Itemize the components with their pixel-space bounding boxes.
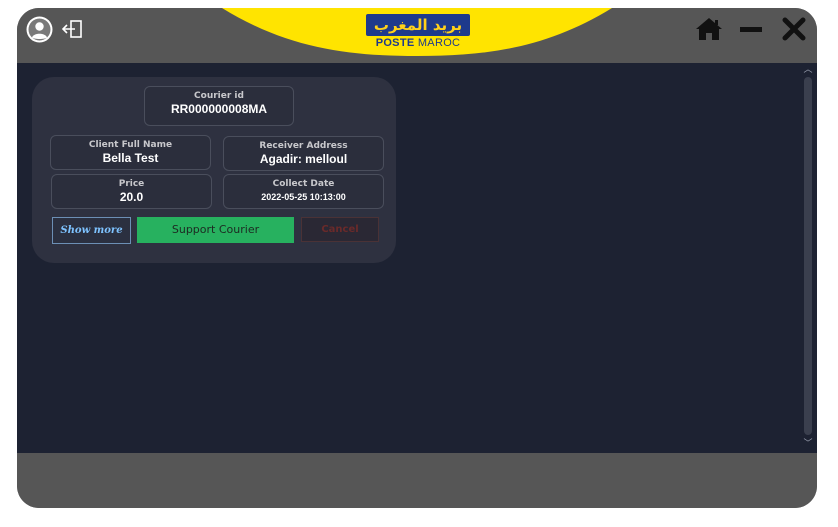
home-icon[interactable] <box>695 17 723 41</box>
minimize-icon[interactable] <box>739 17 763 41</box>
collect-date-field: Collect Date 2022-05-25 10:13:00 <box>223 174 384 209</box>
courier-id-field: Courier id RR000000008MA <box>144 86 294 126</box>
receiver-address-field: Receiver Address Agadir: melloul <box>223 136 384 171</box>
collect-date-value: 2022-05-25 10:13:00 <box>261 192 346 202</box>
footer-bar <box>17 453 817 508</box>
receiver-address-value: Agadir: melloul <box>259 152 348 166</box>
close-icon[interactable] <box>782 17 806 41</box>
scroll-down-arrow-icon[interactable]: ﹀ <box>803 439 813 449</box>
courier-id-label: Courier id <box>194 91 244 101</box>
user-avatar-icon[interactable] <box>26 16 53 43</box>
vertical-scrollbar[interactable]: ︿ ﹀ <box>803 63 813 453</box>
courier-list-area: Courier id RR000000008MA Client Full Nam… <box>17 63 817 453</box>
cancel-button[interactable]: Cancel <box>301 217 379 242</box>
support-courier-button[interactable]: Support Courier <box>137 217 294 243</box>
collect-date-label: Collect Date <box>272 179 335 189</box>
logout-icon[interactable] <box>62 19 84 39</box>
price-label: Price <box>118 179 145 189</box>
price-value: 20.0 <box>119 190 144 204</box>
logo-maroc-word: MAROC <box>417 37 461 49</box>
receiver-address-label: Receiver Address <box>259 141 348 151</box>
courier-card: Courier id RR000000008MA Client Full Nam… <box>32 77 396 263</box>
app-window: بريد المغرب POSTE MAROC Courier id RR000… <box>17 8 817 508</box>
show-more-button[interactable]: Show more <box>52 217 131 244</box>
client-name-value: Bella Test <box>102 151 159 165</box>
logo-poste-word: POSTE <box>375 37 415 49</box>
scrollbar-thumb[interactable] <box>804 77 812 435</box>
courier-id-value: RR000000008MA <box>170 102 268 116</box>
client-name-field: Client Full Name Bella Test <box>50 135 211 170</box>
price-field: Price 20.0 <box>51 174 212 209</box>
client-name-label: Client Full Name <box>88 140 173 150</box>
title-bar: بريد المغرب POSTE MAROC <box>17 8 817 63</box>
logo-latin-text: POSTE MAROC <box>366 37 470 49</box>
scroll-up-arrow-icon[interactable]: ︿ <box>803 65 813 75</box>
logo-arabic-text: بريد المغرب <box>366 14 470 36</box>
poste-maroc-logo: بريد المغرب POSTE MAROC <box>366 14 470 52</box>
